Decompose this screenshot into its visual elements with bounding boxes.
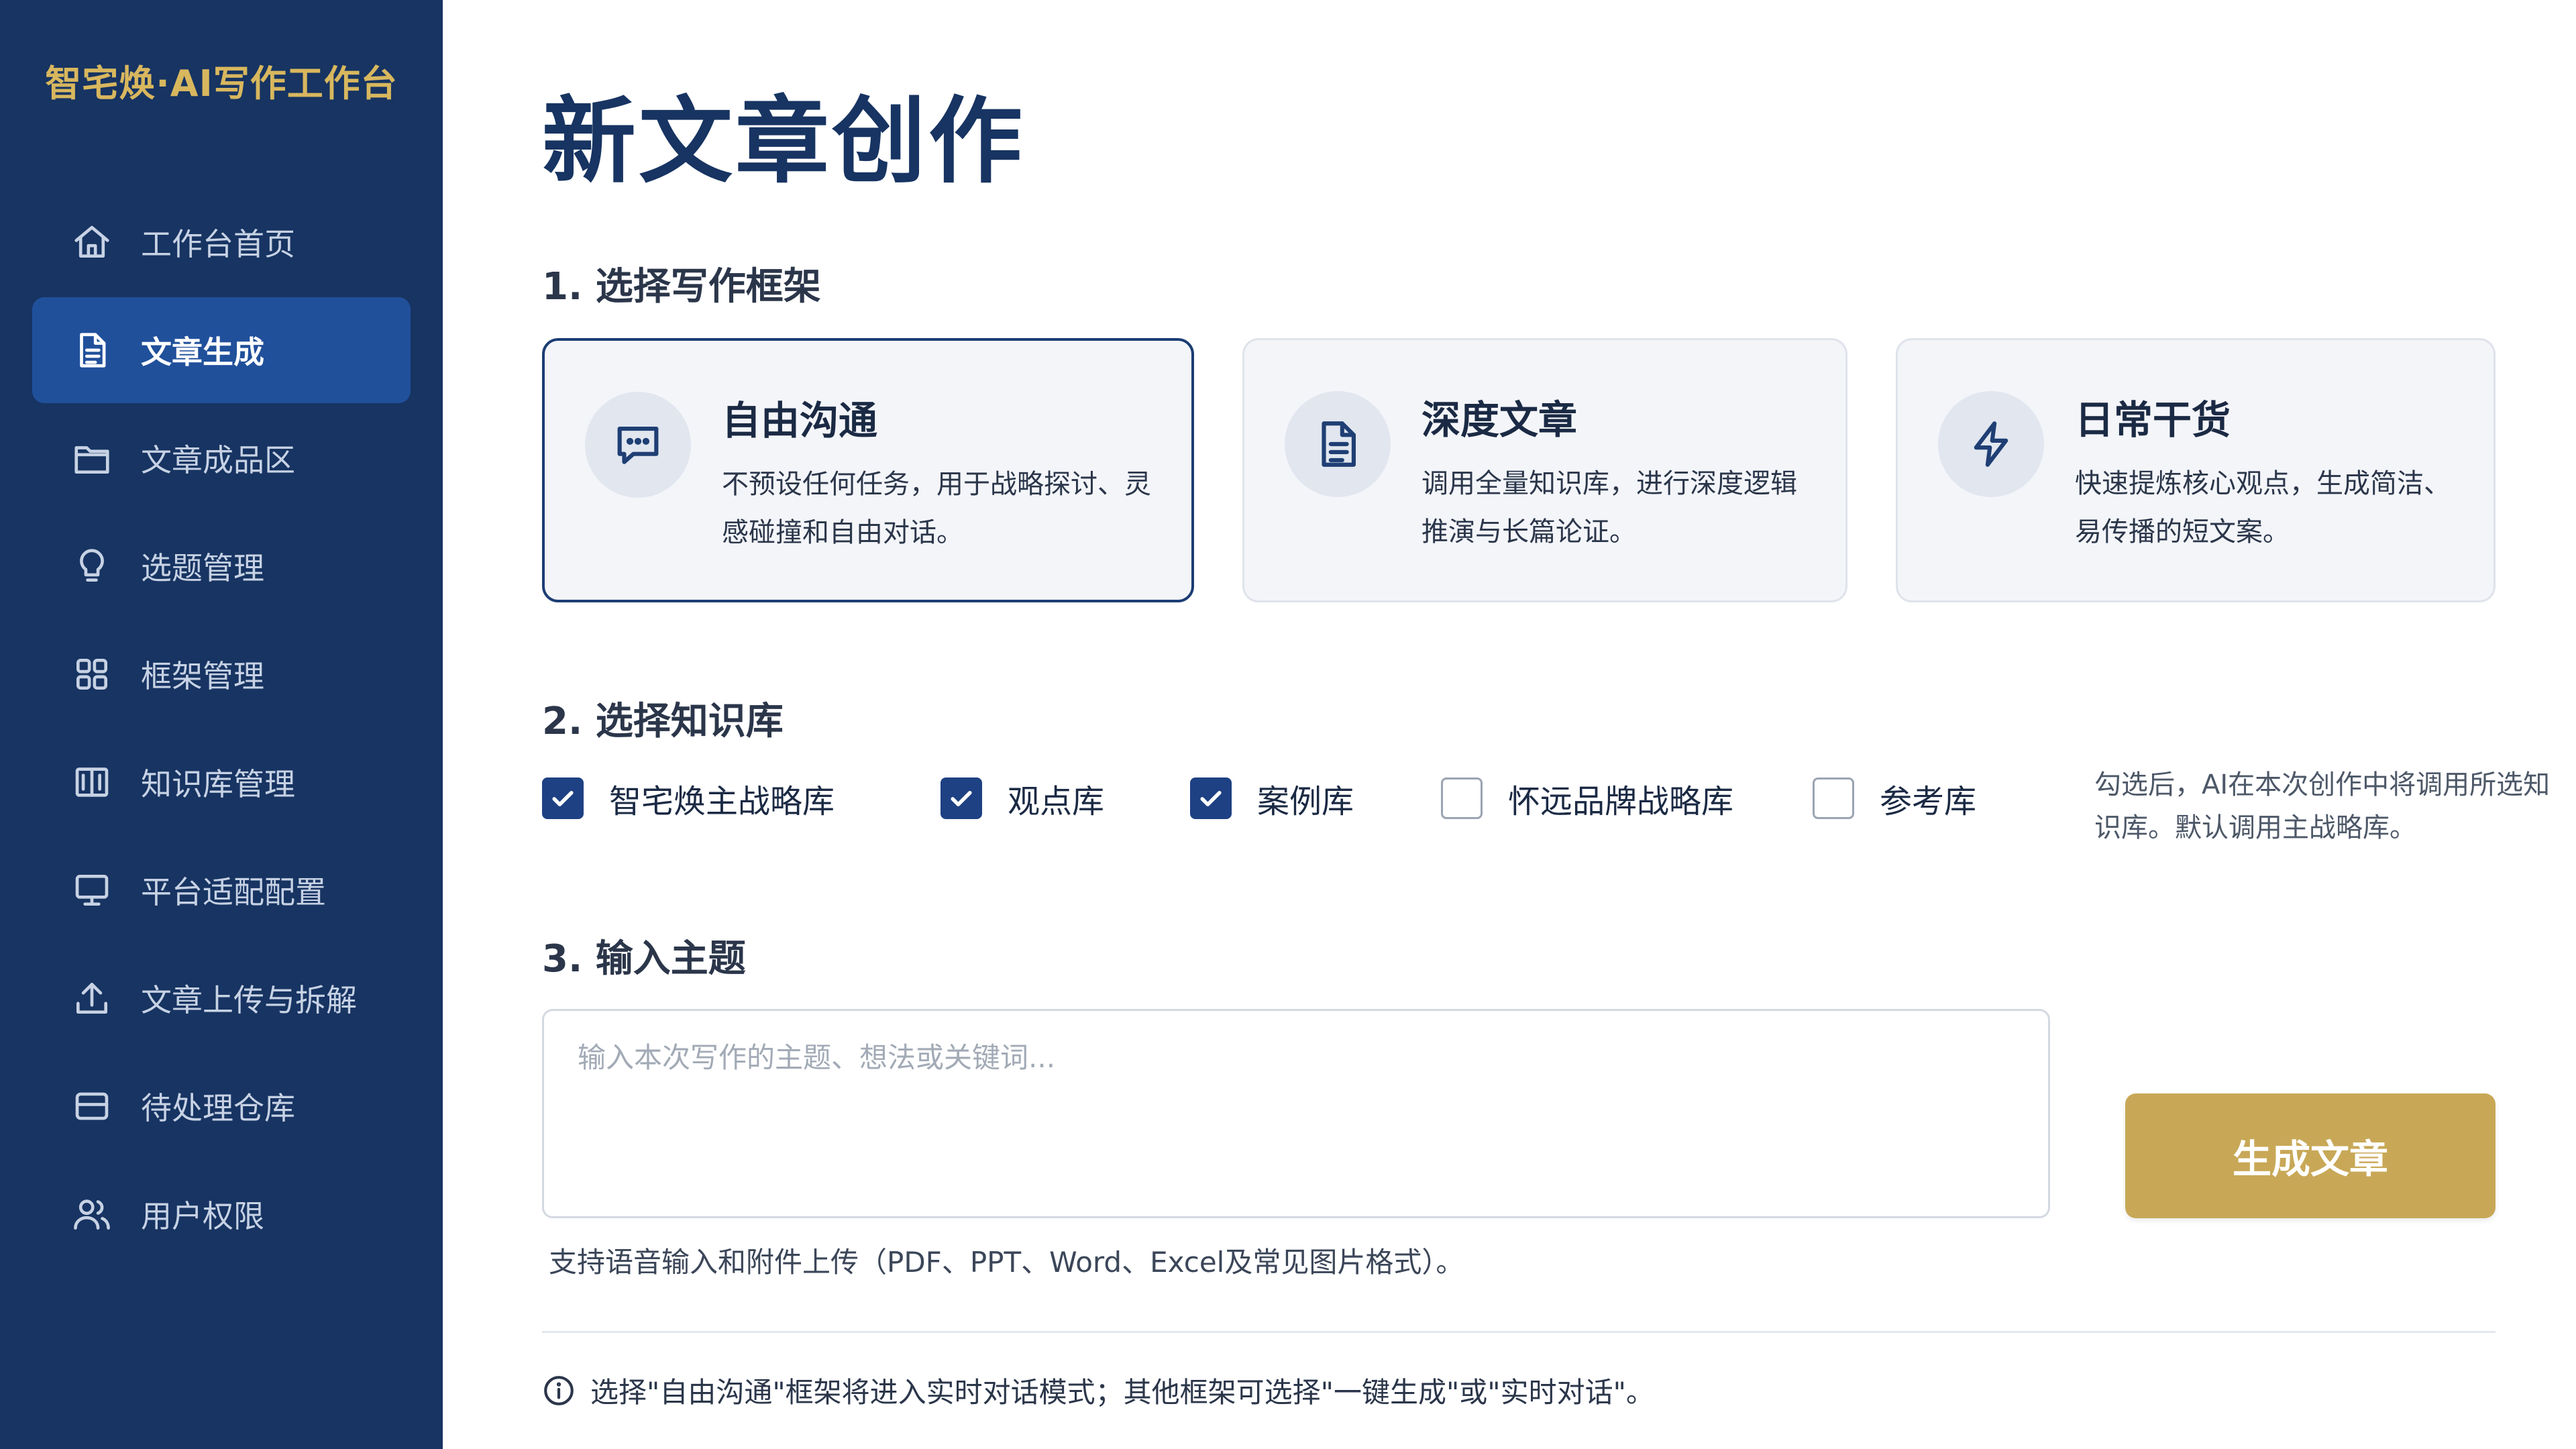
knowledge-option-cases[interactable]: 案例库	[1190, 773, 1354, 824]
checkbox-checked[interactable]	[941, 777, 982, 819]
sidebar-item-finished-articles[interactable]: 文章成品区	[32, 405, 411, 511]
sidebar-item-user-permissions[interactable]: 用户权限	[32, 1161, 411, 1267]
sidebar-item-topic-management[interactable]: 选题管理	[32, 513, 411, 619]
checkbox-unchecked[interactable]	[1813, 777, 1854, 819]
sidebar-nav: 工作台首页 文章生成 文章成品区 选题管理 框架管理 知识库管理 平台适配配置 …	[32, 189, 411, 1269]
generate-article-button[interactable]: 生成文章	[2125, 1093, 2496, 1218]
section-heading-framework: 1. 选择写作框架	[542, 265, 821, 309]
section-heading-knowledge: 2. 选择知识库	[542, 700, 784, 743]
footer-note: 选择"自由沟通"框架将进入实时对话模式；其他框架可选择"一键生成"或"实时对话"…	[542, 1370, 1654, 1411]
card-description: 快速提炼核心观点，生成简洁、易传播的短文案。	[2075, 468, 2451, 547]
sidebar-item-article-generate[interactable]: 文章生成	[32, 297, 411, 403]
knowledge-option-reference[interactable]: 参考库	[1813, 773, 1976, 824]
sidebar-item-label: 待处理仓库	[141, 1090, 295, 1126]
sidebar-item-label: 用户权限	[141, 1198, 264, 1234]
upload-icon	[71, 977, 113, 1019]
check-icon	[951, 791, 972, 806]
footer-note-text: 选择"自由沟通"框架将进入实时对话模式；其他框架可选择"一键生成"或"实时对话"…	[590, 1376, 1654, 1409]
document-icon	[1285, 391, 1391, 497]
knowledge-option-label: 怀远品牌战略库	[1508, 783, 1734, 820]
checkbox-checked[interactable]	[542, 777, 584, 819]
inbox-icon	[71, 1085, 113, 1127]
card-description: 调用全量知识库，进行深度逻辑推演与长篇论证。	[1421, 468, 1797, 547]
sidebar-item-label: 框架管理	[141, 658, 264, 694]
sidebar-item-label: 文章上传与拆解	[141, 982, 357, 1018]
monitor-icon	[71, 869, 113, 911]
main-content: 新文章创作 1. 选择写作框架 自由沟通 不预设任何任务，用于战略探讨、灵感碰撞…	[443, 0, 2576, 1449]
sidebar-item-label: 选题管理	[141, 550, 264, 586]
sidebar-item-label: 文章成品区	[141, 442, 295, 478]
check-icon	[552, 791, 574, 806]
folder-icon	[71, 437, 113, 479]
section-heading-topic: 3. 输入主题	[542, 937, 746, 981]
card-title: 深度文章	[1421, 397, 1578, 443]
page-title: 新文章创作	[542, 87, 1026, 197]
checkbox-checked[interactable]	[1190, 777, 1232, 819]
book-icon	[71, 761, 113, 803]
knowledge-option-label: 智宅焕主战略库	[609, 783, 835, 820]
lightning-icon	[1938, 391, 2044, 497]
knowledge-option-label: 案例库	[1257, 783, 1354, 820]
sidebar-item-upload-parse[interactable]: 文章上传与拆解	[32, 945, 411, 1051]
sidebar-item-pending-storage[interactable]: 待处理仓库	[32, 1053, 411, 1159]
card-title: 自由沟通	[722, 398, 878, 443]
lightbulb-icon	[71, 545, 113, 587]
knowledge-option-main-strategy[interactable]: 智宅焕主战略库	[542, 773, 835, 824]
sidebar-item-label: 平台适配配置	[141, 874, 326, 910]
chat-icon	[585, 392, 691, 498]
checkbox-unchecked[interactable]	[1441, 777, 1483, 819]
sidebar-item-label: 工作台首页	[141, 226, 295, 262]
framework-card-free-chat[interactable]: 自由沟通 不预设任何任务，用于战略探讨、灵感碰撞和自由对话。	[542, 338, 1194, 602]
brand-title: 智宅焕·AI写作工作台	[45, 62, 398, 105]
framework-card-daily-tips[interactable]: 日常干货 快速提炼核心观点，生成简洁、易传播的短文案。	[1896, 338, 2496, 602]
sidebar-item-knowledge-management[interactable]: 知识库管理	[32, 729, 411, 835]
knowledge-option-label: 参考库	[1880, 783, 1977, 820]
sidebar-item-home[interactable]: 工作台首页	[32, 189, 411, 295]
upload-hint: 支持语音输入和附件上传（PDF、PPT、Word、Excel及常见图片格式）。	[549, 1246, 1464, 1279]
grid-icon	[71, 653, 113, 695]
knowledge-option-huaiyuan-brand[interactable]: 怀远品牌战略库	[1441, 773, 1733, 824]
document-icon	[71, 329, 113, 371]
card-description: 不预设任何任务，用于战略探讨、灵感碰撞和自由对话。	[722, 469, 1151, 548]
home-icon	[71, 221, 113, 263]
knowledge-note: 勾选后，AI在本次创作中将调用所选知识库。默认调用主战略库。	[2094, 769, 2551, 843]
sidebar-item-label: 文章生成	[141, 334, 264, 370]
sidebar-item-framework-management[interactable]: 框架管理	[32, 621, 411, 727]
knowledge-option-viewpoints[interactable]: 观点库	[941, 773, 1104, 824]
topic-input[interactable]	[542, 1009, 2050, 1218]
divider	[542, 1331, 2496, 1333]
card-title: 日常干货	[2075, 397, 2231, 443]
knowledge-option-label: 观点库	[1008, 783, 1105, 820]
sidebar-item-platform-config[interactable]: 平台适配配置	[32, 837, 411, 943]
check-icon	[1200, 791, 1222, 806]
info-icon	[542, 1374, 576, 1407]
framework-card-deep-article[interactable]: 深度文章 调用全量知识库，进行深度逻辑推演与长篇论证。	[1242, 338, 1847, 602]
sidebar-item-label: 知识库管理	[141, 766, 295, 802]
sidebar: 智宅焕·AI写作工作台 工作台首页 文章生成 文章成品区 选题管理 框架管理 知…	[0, 0, 443, 1449]
users-icon	[71, 1193, 113, 1235]
